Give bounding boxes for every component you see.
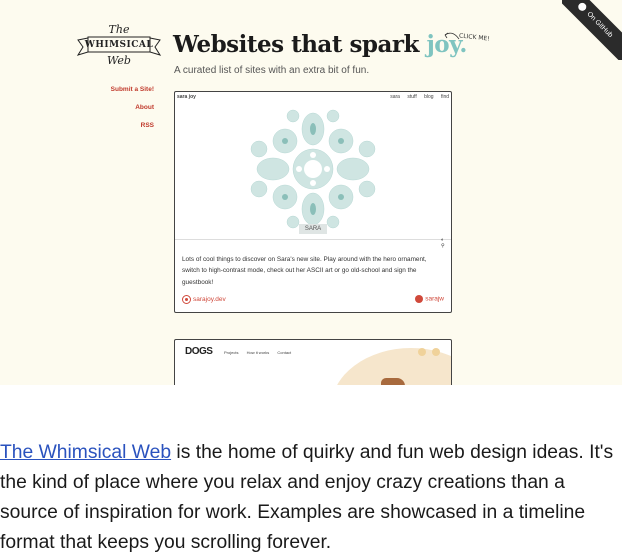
click-me-arrow-icon (444, 32, 460, 40)
card-description: Lots of cool things to discover on Sara'… (182, 256, 427, 286)
dog-illustration (381, 378, 405, 385)
logo-line-1: The (108, 23, 130, 36)
mastodon-icon (415, 295, 424, 303)
card-site-nav-item: find (440, 94, 449, 100)
whimsical-web-link[interactable]: The Whimsical Web (0, 442, 171, 463)
github-ribbon[interactable]: On GitHub (562, 0, 622, 60)
card2-social-icon (432, 348, 440, 356)
ornament-graphic (250, 109, 376, 229)
card-site-nav-item: stuff (407, 94, 417, 100)
card-preview-image[interactable]: ◐ ⚲ (175, 104, 451, 249)
card-social-link[interactable]: sarajw (415, 295, 444, 303)
card-site-nav-item: blog (424, 94, 434, 100)
logo-line-2: WHIMSICAL (84, 40, 154, 50)
whimsical-web-logo[interactable]: The WHIMSICAL Web (74, 22, 164, 72)
card-site-nav: sara stuff blog find (384, 94, 449, 100)
card-site-link-label: sarajoy.dev (193, 296, 226, 304)
card-site-tag: SARA (299, 224, 327, 234)
site-card[interactable]: sara joy sara stuff blog find ◐ ⚲ SARA L… (174, 91, 452, 313)
side-nav: Submit a Site! About RSS (111, 86, 154, 140)
logo-line-3: Web (107, 54, 131, 67)
github-ribbon-label: On GitHub (585, 10, 614, 40)
website-screenshot: On GitHub The WHIMSICAL Web Websites tha… (0, 0, 622, 385)
website-icon (182, 295, 191, 304)
card2-site-nav-item: Projects (224, 350, 239, 355)
card2-site-nav-item: How it works (246, 350, 270, 355)
card2-site-brand: DOGS (185, 346, 213, 357)
card2-site-nav: Projects How it works Contact (224, 350, 298, 355)
card-site-brand: sara joy (177, 94, 196, 100)
nav-submit-link[interactable]: Submit a Site! (111, 86, 154, 93)
card2-site-nav-item: Contact (277, 350, 292, 355)
github-icon (576, 1, 589, 13)
site-card[interactable]: DOGS Projects How it works Contact (174, 339, 452, 385)
nav-about-link[interactable]: About (111, 104, 154, 111)
card2-social-icon (418, 348, 426, 356)
page-title: Websites that spark joy. (173, 31, 467, 58)
card-site-nav-item: sara (390, 94, 400, 100)
nav-rss-link[interactable]: RSS (111, 122, 154, 129)
card-site-header: sara joy sara stuff blog find (175, 92, 451, 104)
contrast-toggle-icon[interactable]: ◐ ⚲ (441, 237, 445, 251)
page-title-main: Websites that spark (173, 31, 419, 58)
card-social-link-label: sarajw (425, 295, 444, 303)
description-paragraph: The Whimsical Web is the home of quirky … (0, 438, 615, 558)
page-subtitle: A curated list of sites with an extra bi… (174, 65, 370, 76)
card-site-link[interactable]: sarajoy.dev (182, 295, 226, 304)
